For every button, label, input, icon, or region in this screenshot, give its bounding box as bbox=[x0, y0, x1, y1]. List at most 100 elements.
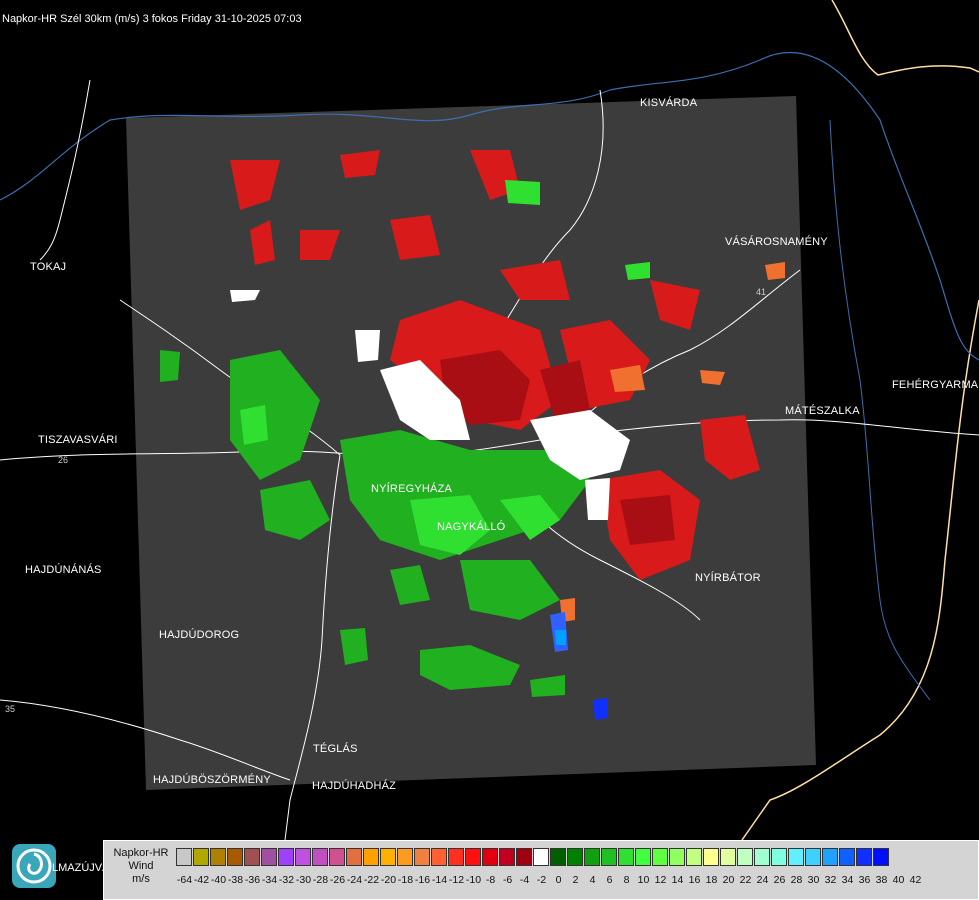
city-label-hajdudorog: HAJDÚDOROG bbox=[159, 629, 240, 641]
legend-tick-label: 16 bbox=[688, 874, 701, 886]
legend-swatch bbox=[312, 848, 328, 866]
legend-tick-label: -14 bbox=[431, 874, 448, 886]
legend-swatch bbox=[822, 848, 838, 866]
legend-swatch bbox=[856, 848, 872, 866]
legend-swatch bbox=[754, 848, 770, 866]
legend-tick-label: -8 bbox=[485, 874, 496, 886]
legend-tick-label: 12 bbox=[654, 874, 667, 886]
legend-swatch bbox=[380, 848, 396, 866]
legend-swatch bbox=[465, 848, 481, 866]
legend-tick-label: -38 bbox=[227, 874, 244, 886]
legend-swatch bbox=[805, 848, 821, 866]
swirl-icon bbox=[16, 848, 52, 884]
legend-swatch bbox=[703, 848, 719, 866]
legend-tick-label: 0 bbox=[555, 874, 562, 886]
legend-swatch bbox=[346, 848, 362, 866]
legend-tick-label: 26 bbox=[773, 874, 786, 886]
legend-swatch bbox=[550, 848, 566, 866]
legend-title-line3: m/s bbox=[132, 873, 150, 885]
legend-tick-label: 20 bbox=[722, 874, 735, 886]
legend-tick-label: -40 bbox=[210, 874, 227, 886]
legend-swatch bbox=[227, 848, 243, 866]
legend-swatch bbox=[737, 848, 753, 866]
city-label-nagykallo: NAGYKÁLLÓ bbox=[437, 521, 506, 533]
legend-swatch bbox=[397, 848, 413, 866]
legend-tick-label: -32 bbox=[278, 874, 295, 886]
legend-swatch bbox=[584, 848, 600, 866]
legend-tick-label: 6 bbox=[606, 874, 613, 886]
city-label-mateszalka: MÁTÉSZALKA bbox=[785, 405, 860, 417]
legend-tick-label: -4 bbox=[519, 874, 530, 886]
city-label-hajduboszormeny: HAJDÚBÖSZÖRMÉNY bbox=[153, 774, 271, 786]
legend-tick-label: 8 bbox=[623, 874, 630, 886]
legend-tick-label: -12 bbox=[448, 874, 465, 886]
legend-tick-label: -18 bbox=[397, 874, 414, 886]
legend-swatch bbox=[278, 848, 294, 866]
legend-swatch bbox=[516, 848, 532, 866]
legend-tick-label: -10 bbox=[465, 874, 482, 886]
legend-tick-label: -30 bbox=[295, 874, 312, 886]
legend-swatch bbox=[720, 848, 736, 866]
legend-tick-label: 32 bbox=[824, 874, 837, 886]
legend-swatch bbox=[873, 848, 889, 866]
legend-tick-label: -26 bbox=[329, 874, 346, 886]
legend-tick-label: -24 bbox=[346, 874, 363, 886]
legend-swatch bbox=[448, 848, 464, 866]
legend-tick-label: -42 bbox=[193, 874, 210, 886]
color-legend: Napkor-HR Wind m/s -64 -42 -40 -38 -36 -34 -32… bbox=[103, 840, 979, 900]
legend-tick-label: 18 bbox=[705, 874, 718, 886]
legend-tick-label: 10 bbox=[637, 874, 650, 886]
legend-tick-label: -16 bbox=[414, 874, 431, 886]
legend-swatches bbox=[176, 848, 890, 868]
legend-tick-label: 2 bbox=[572, 874, 579, 886]
legend-tick-label: 14 bbox=[671, 874, 684, 886]
legend-swatch bbox=[176, 848, 192, 866]
city-label-tiszavasvari: TISZAVASVÁRI bbox=[38, 434, 118, 446]
legend-tick-label: 42 bbox=[909, 874, 922, 886]
legend-tick-label: -20 bbox=[380, 874, 397, 886]
city-label-kisvarda: KISVÁRDA bbox=[640, 97, 698, 109]
legend-swatch bbox=[482, 848, 498, 866]
legend-tick-label: 28 bbox=[790, 874, 803, 886]
legend-title: Napkor-HR Wind m/s bbox=[106, 847, 176, 886]
legend-swatch bbox=[771, 848, 787, 866]
legend-swatch bbox=[261, 848, 277, 866]
legend-swatch bbox=[635, 848, 651, 866]
legend-tick-label: 24 bbox=[756, 874, 769, 886]
legend-tick-label: 30 bbox=[807, 874, 820, 886]
legend-ticks: -64 -42 -40 -38 -36 -34 -32 -30 -28 -26 -24 -22 -20-… bbox=[176, 874, 924, 886]
legend-title-line1: Napkor-HR bbox=[113, 847, 169, 859]
city-label-fehergyarmat: FEHÉRGYARMA bbox=[892, 379, 979, 391]
city-label-teglas: TÉGLÁS bbox=[313, 743, 358, 755]
legend-swatch bbox=[193, 848, 209, 866]
legend-swatch bbox=[244, 848, 260, 866]
legend-tick-label: 4 bbox=[589, 874, 596, 886]
city-label-vasarosnameny: VÁSÁROSNAMÉNY bbox=[725, 236, 828, 248]
legend-title-line2: Wind bbox=[128, 860, 154, 872]
legend-tick-label: 36 bbox=[858, 874, 871, 886]
legend-tick-label: -2 bbox=[536, 874, 547, 886]
city-label-nyiregyhaza: NYÍREGYHÁZA bbox=[371, 483, 453, 495]
legend-swatch bbox=[414, 848, 430, 866]
legend-swatch bbox=[210, 848, 226, 866]
legend-tick-label: -6 bbox=[502, 874, 513, 886]
city-label-hajdunanas: HAJDÚNÁNÁS bbox=[25, 564, 102, 576]
legend-tick-label: 40 bbox=[892, 874, 905, 886]
road-35-label: 35 bbox=[5, 704, 15, 714]
napkor-logo bbox=[12, 844, 56, 888]
city-label-nyirbator: NYÍRBÁTOR bbox=[695, 572, 761, 584]
legend-swatch bbox=[839, 848, 855, 866]
legend-tick-label: -22 bbox=[363, 874, 380, 886]
legend-swatch bbox=[567, 848, 583, 866]
legend-tick-label: -28 bbox=[312, 874, 329, 886]
road-41-label: 41 bbox=[756, 287, 766, 297]
legend-tick-label: -36 bbox=[244, 874, 261, 886]
legend-tick-label: 38 bbox=[875, 874, 888, 886]
legend-swatch bbox=[499, 848, 515, 866]
legend-swatch bbox=[533, 848, 549, 866]
legend-tick-label: 22 bbox=[739, 874, 752, 886]
legend-swatch bbox=[329, 848, 345, 866]
map-title: Napkor-HR Szél 30km (m/s) 3 fokos Friday… bbox=[2, 13, 302, 25]
legend-swatch bbox=[618, 848, 634, 866]
legend-swatch bbox=[601, 848, 617, 866]
